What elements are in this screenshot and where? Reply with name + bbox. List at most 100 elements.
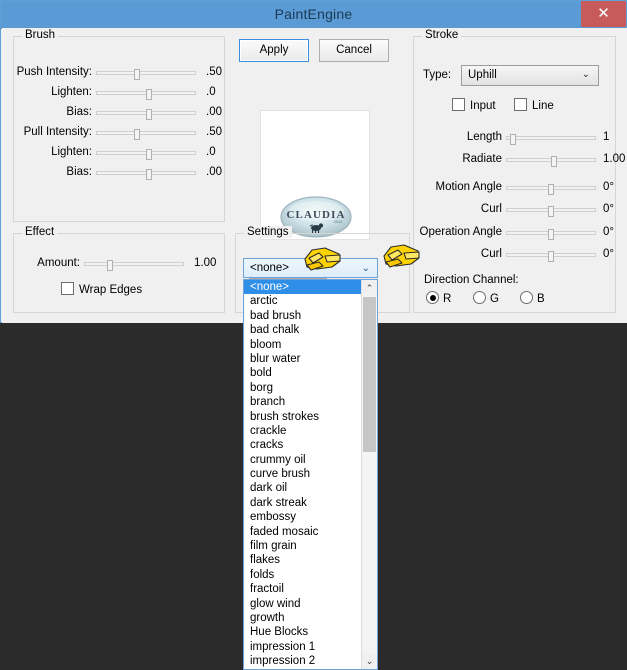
dropdown-option[interactable]: cracks: [244, 438, 362, 452]
dropdown-option[interactable]: faded mosaic: [244, 525, 362, 539]
dropdown-option[interactable]: <none>: [244, 280, 362, 295]
cancel-button[interactable]: Cancel: [319, 39, 389, 62]
input-checkbox[interactable]: [452, 98, 465, 111]
dropdown-option[interactable]: curve brush: [244, 467, 362, 481]
slider-value: 0°: [603, 226, 614, 238]
dropdown-option[interactable]: bad chalk: [244, 323, 362, 337]
dropdown-option[interactable]: fractoil: [244, 582, 362, 596]
slider-track[interactable]: [96, 169, 196, 180]
dropdown-option[interactable]: Hue Blocks: [244, 625, 362, 639]
dropdown-option[interactable]: flakes: [244, 553, 362, 567]
slider-track[interactable]: [506, 206, 596, 217]
slider-track[interactable]: [506, 134, 596, 145]
slider-track[interactable]: [506, 229, 596, 240]
slider-push-lighten[interactable]: Lighten: .0: [20, 85, 220, 101]
slider-value: 0°: [603, 181, 614, 193]
slider-label: Bias:: [66, 166, 92, 178]
effect-group-label: Effect: [22, 226, 58, 238]
slider-pull-bias[interactable]: Bias: .00: [20, 165, 222, 181]
slider-thumb[interactable]: [106, 260, 113, 271]
slider-motion-curl[interactable]: Curl 0°: [418, 202, 614, 218]
slider-track[interactable]: [96, 149, 196, 160]
slider-track[interactable]: [96, 89, 196, 100]
dropdown-option[interactable]: blur water: [244, 352, 362, 366]
dropdown-option[interactable]: impression 2: [244, 654, 362, 668]
dropdown-option[interactable]: bad brush: [244, 309, 362, 323]
slider-thumb[interactable]: [548, 229, 555, 240]
dropdown-option[interactable]: branch: [244, 395, 362, 409]
dropdown-option[interactable]: glow wind: [244, 597, 362, 611]
slider-operation-angle[interactable]: Operation Angle 0°: [418, 225, 614, 241]
slider-track[interactable]: [96, 129, 196, 140]
slider-effect-amount[interactable]: Amount: 1.00: [20, 256, 220, 272]
scroll-down-icon[interactable]: ⌄: [362, 653, 377, 669]
slider-thumb[interactable]: [134, 69, 141, 80]
slider-thumb[interactable]: [134, 129, 141, 140]
chevron-down-icon: ⌄: [581, 69, 590, 80]
slider-motion-angle[interactable]: Motion Angle 0°: [418, 180, 614, 196]
line-checkbox[interactable]: [514, 98, 527, 111]
apply-button[interactable]: Apply: [239, 39, 309, 62]
line-checkbox-label: Line: [532, 100, 554, 112]
settings-preset-dropdown-list[interactable]: <none> arctic bad brush bad chalk bloom blur …: [243, 279, 378, 670]
slider-thumb[interactable]: [548, 206, 555, 217]
slider-length[interactable]: Length 1: [418, 130, 613, 146]
slider-push-intensity[interactable]: Push Intensity: .50: [17, 65, 222, 81]
slider-thumb[interactable]: [146, 169, 152, 180]
slider-track[interactable]: [506, 184, 596, 195]
slider-value: 1.00: [603, 153, 626, 165]
scrollbar-thumb[interactable]: [363, 297, 376, 452]
dropdown-option[interactable]: bloom: [244, 338, 362, 352]
slider-thumb[interactable]: [146, 149, 152, 160]
direction-channel-label: Direction Channel:: [424, 274, 519, 286]
brush-group-label: Brush: [22, 29, 59, 41]
settings-preset-combobox[interactable]: <none> ⌄: [243, 258, 378, 278]
stroke-type-value: Uphill: [468, 69, 497, 81]
dropdown-option[interactable]: growth: [244, 611, 362, 625]
radio-channel-r[interactable]: [426, 291, 439, 304]
slider-track[interactable]: [96, 69, 196, 80]
window-title: PaintEngine: [274, 6, 353, 22]
dropdown-option[interactable]: dark oil: [244, 481, 362, 495]
dropdown-option[interactable]: crackle: [244, 424, 362, 438]
dropdown-option[interactable]: arctic: [244, 294, 362, 308]
slider-track[interactable]: [506, 156, 596, 167]
dropdown-option[interactable]: embossy: [244, 510, 362, 524]
stroke-group-label: Stroke: [422, 29, 462, 41]
wrap-edges-label: Wrap Edges: [79, 284, 143, 296]
slider-label: Lighten:: [51, 146, 92, 158]
stroke-type-select[interactable]: Uphill ⌄: [461, 65, 599, 86]
slider-push-bias[interactable]: Bias: .00: [20, 105, 222, 121]
slider-value: .50: [206, 66, 222, 78]
slider-operation-curl[interactable]: Curl 0°: [418, 247, 614, 263]
slider-pull-lighten[interactable]: Lighten: .0: [20, 145, 220, 161]
slider-track[interactable]: [96, 109, 196, 120]
dropdown-option[interactable]: impression 1: [244, 640, 362, 654]
scroll-up-icon[interactable]: ⌃: [362, 280, 377, 296]
slider-thumb[interactable]: [548, 251, 555, 262]
radio-channel-g-label: G: [490, 293, 499, 305]
radio-channel-g[interactable]: [473, 291, 486, 304]
radio-channel-b[interactable]: [520, 291, 533, 304]
slider-track[interactable]: [84, 260, 184, 271]
slider-thumb[interactable]: [548, 184, 555, 195]
dropdown-option[interactable]: folds: [244, 568, 362, 582]
dropdown-scrollbar[interactable]: ⌃ ⌄: [361, 280, 377, 669]
dropdown-option[interactable]: crummy oil: [244, 453, 362, 467]
dropdown-options: <none> arctic bad brush bad chalk bloom blur …: [244, 280, 362, 669]
slider-thumb[interactable]: [509, 134, 516, 145]
dropdown-option[interactable]: dark streak: [244, 496, 362, 510]
dropdown-option[interactable]: bold: [244, 366, 362, 380]
close-icon[interactable]: ✕: [581, 1, 626, 27]
slider-track[interactable]: [506, 251, 596, 262]
wrap-edges-checkbox[interactable]: [61, 282, 74, 295]
slider-radiate[interactable]: Radiate 1.00: [418, 152, 625, 168]
slider-pull-intensity[interactable]: Pull Intensity: .50: [20, 125, 222, 141]
slider-thumb[interactable]: [551, 156, 557, 167]
title-bar[interactable]: PaintEngine ✕: [1, 1, 626, 29]
slider-thumb[interactable]: [146, 89, 152, 100]
dropdown-option[interactable]: brush strokes: [244, 410, 362, 424]
slider-thumb[interactable]: [146, 109, 152, 120]
dropdown-option[interactable]: borg: [244, 381, 362, 395]
dropdown-option[interactable]: film grain: [244, 539, 362, 553]
